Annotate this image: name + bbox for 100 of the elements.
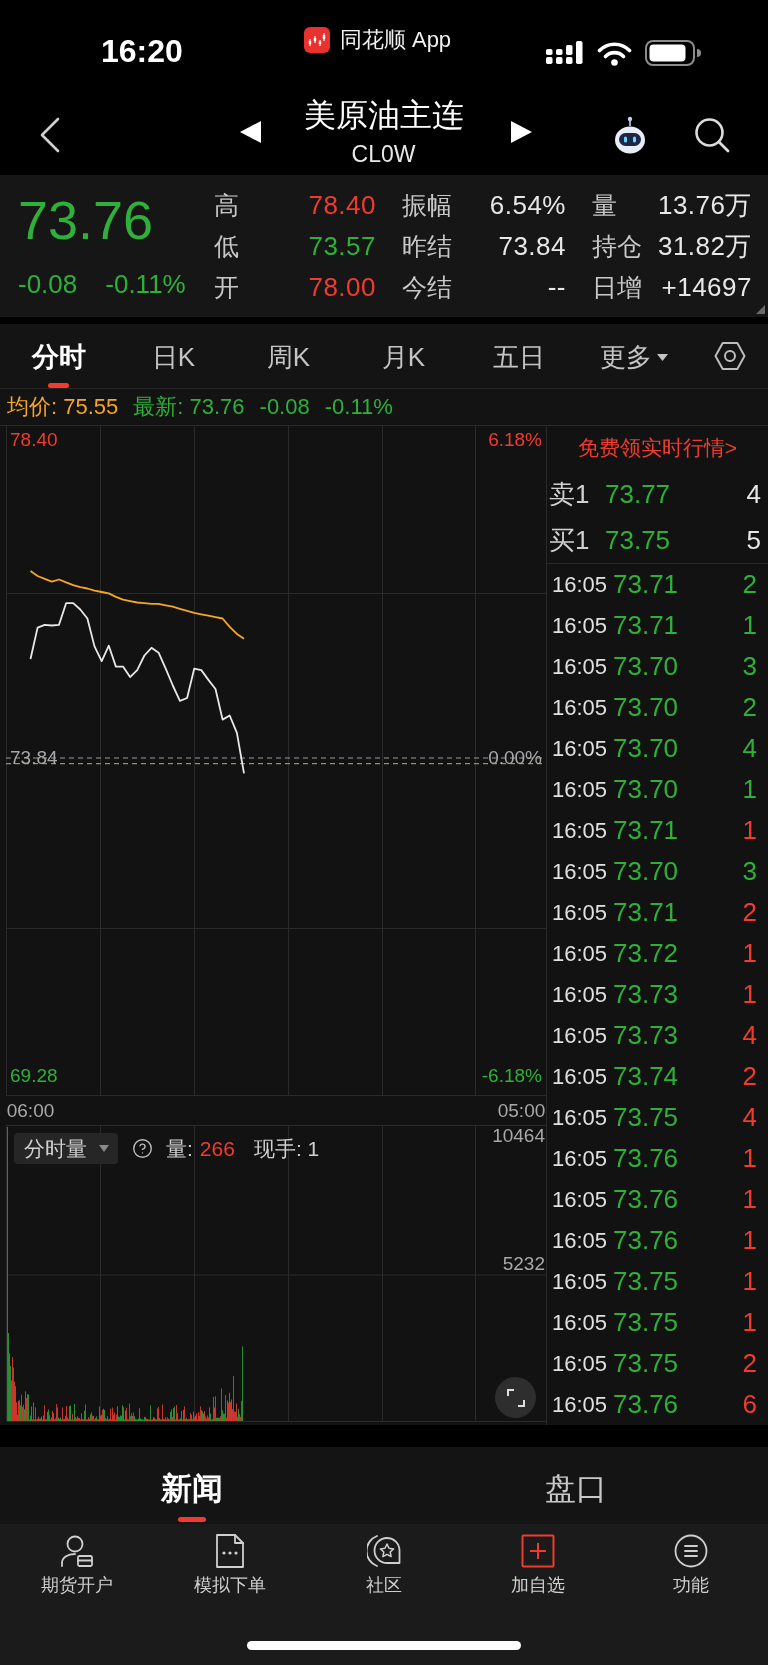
order-level-price: 73.75 bbox=[605, 525, 672, 556]
expand-button[interactable] bbox=[495, 1377, 536, 1418]
chart-tab[interactable]: 日K bbox=[116, 324, 231, 388]
help-icon[interactable] bbox=[132, 1138, 153, 1159]
price-info-text: -0.11% bbox=[324, 394, 393, 420]
trade-price: 73.75 bbox=[613, 1266, 680, 1297]
back-icon[interactable] bbox=[39, 117, 61, 153]
stat-label: 日增 bbox=[592, 272, 642, 303]
stat-label: 低 bbox=[214, 231, 239, 262]
trade-price: 73.71 bbox=[613, 897, 680, 928]
percent-axis-label: -6.18% bbox=[481, 1065, 542, 1087]
volume-axis-label: 5232 bbox=[502, 1253, 545, 1275]
bottom-nav-button[interactable]: 加自选 bbox=[460, 1534, 615, 1596]
battery-icon bbox=[645, 40, 701, 66]
stat-label: 今结 bbox=[402, 272, 452, 303]
trade-volume: 6 bbox=[742, 1389, 757, 1420]
trade-time: 16:05 bbox=[552, 1145, 609, 1172]
trade-volume: 2 bbox=[742, 692, 757, 723]
instrument-title: 美原油主连 bbox=[303, 97, 464, 133]
percent-change: -0.11% bbox=[105, 268, 186, 300]
trade-price: 73.72 bbox=[613, 938, 680, 969]
menu-icon bbox=[674, 1534, 709, 1568]
star-bubble-icon bbox=[367, 1534, 401, 1568]
robot-icon[interactable] bbox=[614, 115, 646, 154]
triangle-left-icon[interactable] bbox=[240, 120, 261, 143]
trade-volume: 2 bbox=[742, 569, 757, 600]
trade-volume: 1 bbox=[742, 1266, 757, 1297]
stat-label: 振幅 bbox=[402, 190, 452, 221]
plus-square-icon bbox=[520, 1534, 555, 1568]
trade-price: 73.76 bbox=[613, 1184, 680, 1215]
time-axis-label: 05:00 bbox=[497, 1100, 546, 1122]
price-info-text: 均价: 75.55 bbox=[7, 393, 119, 421]
content-tab[interactable]: 新闻 bbox=[0, 1447, 384, 1524]
hand-volume-text: 现手: 1 bbox=[253, 1135, 320, 1162]
trade-time: 16:05 bbox=[552, 571, 609, 598]
volume-value: 266 bbox=[199, 1135, 235, 1162]
trade-price: 73.71 bbox=[613, 815, 680, 846]
chart-tab[interactable]: 周K bbox=[231, 324, 346, 388]
price-axis-label: 73.84 bbox=[10, 747, 58, 769]
realtime-quote-link[interactable]: 免费领实时行情> bbox=[547, 426, 768, 470]
corner-triangle-icon bbox=[756, 305, 765, 314]
last-price: 73.76 bbox=[18, 191, 154, 249]
trade-price: 73.76 bbox=[613, 1143, 680, 1174]
status-time: 16:20 bbox=[101, 33, 183, 69]
trade-time: 16:05 bbox=[552, 1268, 609, 1295]
order-level-volume: 4 bbox=[746, 478, 761, 510]
bottom-nav-button[interactable]: 功能 bbox=[614, 1534, 768, 1596]
volume-axis-label: 10464 bbox=[492, 1125, 545, 1147]
trade-time: 16:05 bbox=[552, 694, 609, 721]
bottom-nav-button[interactable]: 期货开户 bbox=[0, 1534, 154, 1596]
content-tab[interactable]: 盘口 bbox=[384, 1447, 768, 1524]
trade-volume: 2 bbox=[742, 897, 757, 928]
trade-volume: 1 bbox=[742, 1307, 757, 1338]
bottom-nav-button[interactable]: 模拟下单 bbox=[153, 1534, 308, 1596]
search-icon[interactable] bbox=[694, 116, 730, 153]
chart-logo-icon bbox=[303, 27, 330, 53]
price-info-text: -0.08 bbox=[259, 394, 310, 420]
bottom-nav-button[interactable]: 社区 bbox=[307, 1534, 461, 1596]
trade-price: 73.75 bbox=[613, 1102, 680, 1133]
trade-time: 16:05 bbox=[552, 981, 609, 1008]
stat-value: +14697 bbox=[661, 272, 752, 303]
order-level-label: 买1 bbox=[549, 524, 591, 557]
trade-price: 73.75 bbox=[613, 1348, 680, 1379]
signal-icon bbox=[546, 41, 584, 65]
stat-label: 高 bbox=[214, 190, 239, 221]
stat-label: 量 bbox=[592, 190, 617, 221]
trade-volume: 4 bbox=[742, 733, 757, 764]
settings-icon[interactable] bbox=[713, 341, 746, 371]
trade-price: 73.70 bbox=[613, 692, 680, 723]
volume-type-dropdown[interactable]: 分时量 bbox=[14, 1133, 118, 1164]
caret-icon bbox=[99, 1145, 109, 1152]
trade-time: 16:05 bbox=[552, 858, 609, 885]
chart-tab[interactable]: 更多 bbox=[576, 324, 691, 388]
stat-label: 开 bbox=[214, 272, 239, 303]
trade-price: 73.70 bbox=[613, 856, 680, 887]
percent-axis-label: 6.18% bbox=[488, 429, 542, 451]
trade-price: 73.71 bbox=[613, 610, 680, 641]
trade-price: 73.70 bbox=[613, 651, 680, 682]
order-level-volume: 5 bbox=[746, 525, 761, 556]
trade-price: 73.75 bbox=[613, 1307, 680, 1338]
trade-volume: 1 bbox=[742, 815, 757, 846]
chart-tab[interactable]: 五日 bbox=[461, 324, 576, 388]
time-axis-label: 06:00 bbox=[6, 1100, 55, 1122]
trade-volume: 2 bbox=[742, 1348, 757, 1379]
instrument-code: CL0W bbox=[351, 142, 416, 166]
trade-time: 16:05 bbox=[552, 1227, 609, 1254]
stat-value: 73.84 bbox=[498, 231, 566, 262]
trade-price: 73.70 bbox=[613, 733, 680, 764]
triangle-right-icon[interactable] bbox=[511, 120, 532, 143]
price-info-text: 最新: 73.76 bbox=[133, 393, 245, 421]
price-axis-label: 78.40 bbox=[10, 429, 58, 451]
trade-time: 16:05 bbox=[552, 612, 609, 639]
trade-time: 16:05 bbox=[552, 899, 609, 926]
trade-price: 73.71 bbox=[613, 569, 680, 600]
stat-value: 6.54% bbox=[489, 190, 566, 221]
trade-volume: 3 bbox=[742, 856, 757, 887]
chart-tab[interactable]: 月K bbox=[346, 324, 461, 388]
chart-tab[interactable]: 分时 bbox=[1, 324, 116, 388]
stat-value: 73.57 bbox=[308, 231, 376, 262]
trade-price: 73.73 bbox=[613, 979, 680, 1010]
